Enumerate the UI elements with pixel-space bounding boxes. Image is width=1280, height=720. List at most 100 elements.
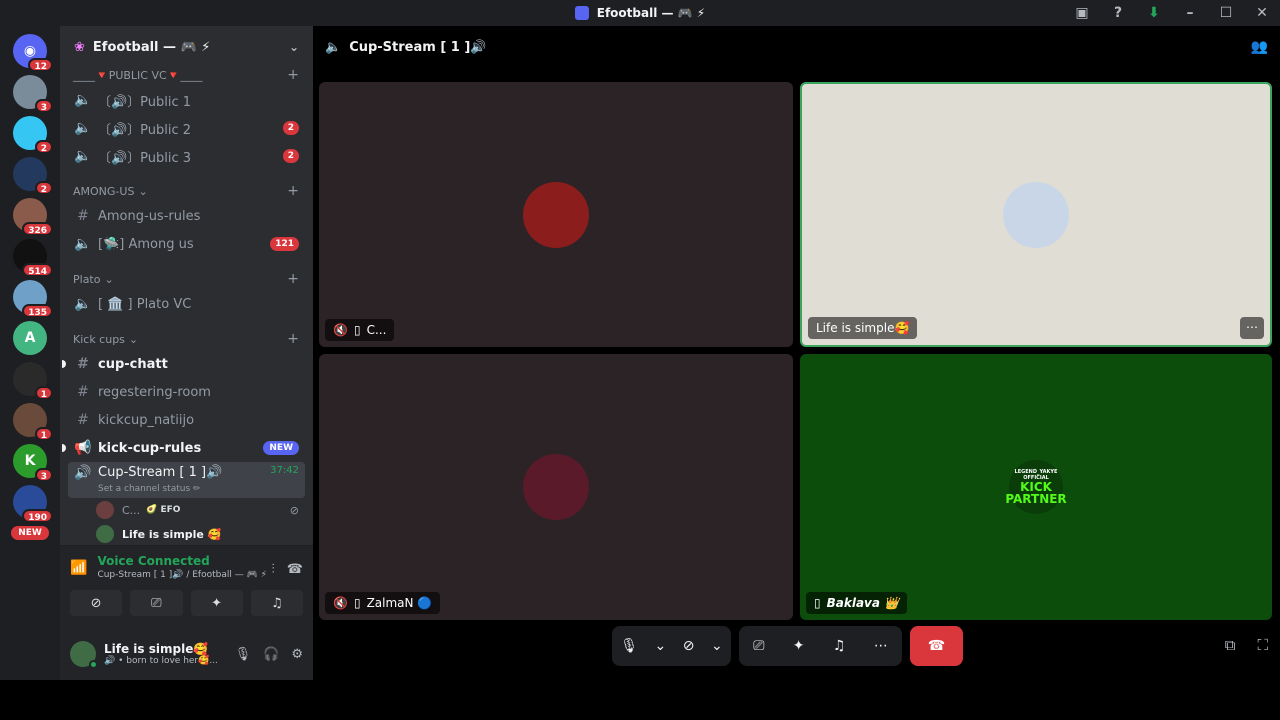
category-public-vc[interactable]: ____🔻PUBLIC VC🔻____ + (60, 68, 313, 86)
participant-tile[interactable]: LEGEND_YAKYE OFFICIAL KICK PARTNER ▯ Bak… (800, 354, 1272, 620)
headphones-icon[interactable]: 🎧 (263, 647, 279, 662)
guild-badge: 3 (34, 99, 53, 113)
megaphone-icon: 📢 (74, 440, 92, 456)
username[interactable]: Life is simple🥰 (104, 642, 218, 656)
fullscreen-icon[interactable]: ⛶ (1257, 636, 1268, 654)
camera-off-icon[interactable]: ⊘ (683, 638, 695, 654)
voice-channel-public1[interactable]: 🔈 〔🔊〕Public 1 (68, 86, 305, 114)
mobile-icon: ▯ (353, 323, 361, 337)
guild-badge: 514 (22, 263, 53, 277)
voice-channel-plato-vc[interactable]: 🔈 [ 🏛️ ] Plato VC (68, 290, 305, 318)
text-channel-kickcup-natiijo[interactable]: # kickcup_natiijo (68, 406, 305, 434)
more-icon[interactable]: ⋯ (874, 638, 888, 654)
microphone-icon[interactable]: 🎙 (235, 647, 252, 662)
chevron-down-icon[interactable]: ⌄ (655, 638, 667, 654)
voice-channel-public3[interactable]: 🔈 〔🔊〕Public 3 2 (68, 142, 305, 170)
soundboard-button[interactable]: ♫ (250, 590, 303, 616)
category-plato[interactable]: Plato ⌄ + (60, 268, 313, 290)
voice-channel-among-us[interactable]: 🔈 [🛸] Among us 121 (68, 230, 305, 258)
add-channel-icon[interactable]: + (287, 331, 299, 347)
close-button[interactable]: ✕ (1244, 0, 1280, 26)
chevron-down-icon[interactable]: ⌄ (711, 638, 723, 654)
channel-status-prompt[interactable]: Set a channel status ✏ (98, 484, 201, 494)
voice-channel-public2[interactable]: 🔈 〔🔊〕Public 2 2 (68, 114, 305, 142)
guild-icon[interactable]: 2 (13, 116, 53, 154)
disconnect-button[interactable]: ☎ (910, 626, 963, 666)
voice-user[interactable]: C... 🥑 EFO ⊘ (96, 498, 313, 522)
gear-icon[interactable]: ⚙ (291, 647, 303, 662)
speaker-icon: 🔈 (74, 120, 92, 136)
download-icon[interactable]: ⬇ (1136, 0, 1172, 26)
guild-badge: 1 (34, 386, 53, 400)
category-among-us[interactable]: AMONG-US ⌄ + (60, 180, 313, 202)
guild-icon[interactable]: 1 (13, 362, 53, 400)
add-channel-icon[interactable]: + (287, 68, 299, 83)
voice-connection-panel: 📶 Voice Connected Cup-Stream [ 1 ]🔊 / Ef… (60, 545, 313, 680)
screen-share-icon[interactable]: ▣ (1064, 0, 1100, 26)
category-kick-cups[interactable]: Kick cups ⌄ + (60, 328, 313, 350)
soundboard-icon[interactable]: ♫ (833, 638, 846, 654)
voice-channel-cup-stream[interactable]: 🔊 Cup-Stream [ 1 ]🔊 37:42 Set a channel … (68, 462, 305, 498)
avatar[interactable] (70, 641, 98, 669)
guild-icon[interactable]: 1 (13, 403, 53, 441)
participant-tile[interactable]: 🔇 ▯ C... (319, 82, 793, 347)
disconnect-icon[interactable]: ☎ (287, 562, 303, 577)
camera-off-button[interactable]: ⊘ (70, 590, 123, 616)
noise-suppression-icon[interactable]: ⫶ (272, 562, 275, 577)
guild-icon[interactable]: 326 (13, 198, 53, 236)
guild-icon[interactable]: 2 (13, 157, 53, 195)
guild-icon[interactable]: 190 (13, 485, 53, 523)
guild-icon[interactable]: 135 (13, 280, 53, 318)
guild-icon[interactable]: 514 (13, 239, 53, 277)
hash-icon: # (77, 356, 89, 372)
activities-button[interactable]: ✦ (190, 590, 243, 616)
voice-user[interactable]: Life is simple 🥰 (96, 522, 313, 546)
minimize-button[interactable]: – (1172, 0, 1208, 26)
mobile-icon: ▯ (814, 596, 821, 610)
signal-icon[interactable]: 📶 (70, 560, 87, 576)
maximize-button[interactable]: ☐ (1208, 0, 1244, 26)
avatar (96, 525, 114, 543)
text-channel-regestering-room[interactable]: # regestering-room (68, 378, 305, 406)
server-header[interactable]: ❀ Efootball — 🎮 ⚡ ⌄ (60, 26, 313, 68)
speaker-icon: 🔊 (74, 465, 92, 481)
announcement-channel-kick-cup-rules[interactable]: 📢 kick-cup-rules NEW (62, 434, 305, 462)
mic-camera-group: 🎙 ⌄ ⊘ ⌄ (612, 626, 731, 666)
category-label: Plato (73, 272, 101, 286)
share-screen-button[interactable]: ⎚ (130, 590, 183, 616)
more-options-button[interactable]: ⋯ (1240, 317, 1264, 339)
screen-share-icon[interactable]: ⎚ (753, 638, 764, 654)
add-channel-icon[interactable]: + (287, 183, 299, 199)
hash-icon: # (77, 384, 89, 400)
window-titlebar: Efootball — 🎮 ⚡ ▣ ? ⬇ – ☐ ✕ (0, 0, 1280, 26)
chevron-down-icon[interactable]: ⌄ (289, 40, 299, 54)
guild-icon[interactable]: 3 (13, 75, 53, 113)
participant-tile-speaking[interactable]: Life is simple🥰 ⋯ (800, 82, 1272, 347)
add-channel-icon[interactable]: + (287, 271, 299, 287)
guild-badge: 2 (34, 181, 53, 195)
voice-status-title[interactable]: Voice Connected (97, 554, 267, 568)
speaker-icon: 🔈 (325, 39, 342, 55)
text-channel-among-us-rules[interactable]: # Among-us-rules (68, 202, 305, 230)
participant-label: 🔇 ▯ ZalmaN 🔵 (325, 592, 441, 614)
home-button[interactable]: ◉ 12 (13, 34, 53, 72)
microphone-icon[interactable]: 🎙 (620, 638, 638, 654)
titlebar-controls: ▣ ? ⬇ – ☐ ✕ (1064, 0, 1280, 26)
popout-icon[interactable]: ⧉ (1225, 636, 1236, 654)
help-icon[interactable]: ? (1100, 0, 1136, 26)
channel-label: Cup-Stream [ 1 ]🔊 (98, 465, 223, 480)
guild-icon[interactable]: A (13, 321, 47, 355)
guild-icon[interactable]: K3 (13, 444, 53, 482)
text-channel-cup-chatt[interactable]: # cup-chatt (62, 350, 305, 378)
participant-tile[interactable]: 🔇 ▯ ZalmaN 🔵 (319, 354, 793, 620)
speaker-icon: 🔈 (74, 236, 92, 252)
guild-badge: 1 (34, 427, 53, 441)
channel-label: Among-us-rules (98, 208, 201, 224)
speaker-icon: 🔈 (74, 148, 92, 164)
activities-icon[interactable]: ✦ (793, 638, 805, 654)
members-icon[interactable]: 👥 (1251, 39, 1268, 55)
hash-icon: # (77, 412, 89, 428)
voice-status-subtitle[interactable]: Cup-Stream [ 1 ]🔊 / Efootball — 🎮 ⚡ (97, 570, 267, 580)
channel-label: [🛸] Among us (98, 236, 194, 252)
new-servers-badge[interactable]: NEW (11, 526, 49, 540)
